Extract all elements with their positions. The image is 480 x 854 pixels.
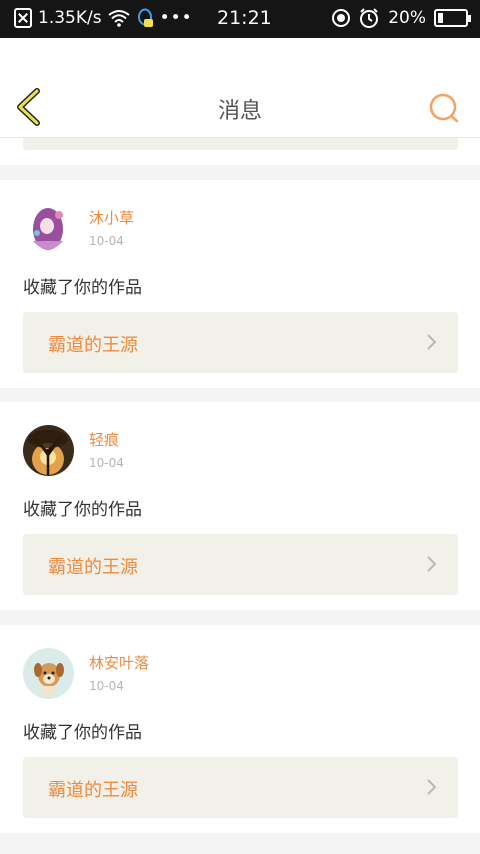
chevron-right-icon [427, 779, 437, 795]
message-action: 收藏了你的作品 [23, 278, 142, 298]
message-card: 轻痕 10-04 收藏了你的作品 霸道的王源 [0, 402, 480, 610]
avatar[interactable] [23, 425, 74, 476]
work-link-partial[interactable] [23, 138, 458, 150]
more-icon: ••• [159, 8, 193, 28]
message-date: 10-04 [89, 234, 124, 248]
work-title: 霸道的王源 [48, 557, 138, 578]
work-title: 霸道的王源 [48, 335, 138, 356]
status-left: 1.35K/s ••• [14, 8, 193, 28]
message-date: 10-04 [89, 679, 124, 693]
work-link[interactable]: 霸道的王源 [23, 312, 458, 373]
avatar[interactable] [23, 203, 74, 254]
message-date: 10-04 [89, 456, 124, 470]
nav-header: 消息 [0, 38, 480, 138]
qq-icon [137, 8, 153, 27]
avatar[interactable] [23, 648, 74, 699]
net-speed: 1.35K/s [38, 8, 102, 28]
wifi-icon [107, 10, 130, 27]
battery-fill [438, 13, 443, 23]
battery-percent: 20% [388, 8, 426, 28]
message-card: 林安叶落 10-04 收藏了你的作品 霸道的王源 [0, 625, 480, 833]
status-right: 20% [332, 7, 471, 29]
location-icon [332, 9, 351, 27]
username[interactable]: 轻痕 [89, 429, 119, 450]
status-bar: 1.35K/s ••• 21:21 20% [0, 0, 480, 38]
work-link[interactable]: 霸道的王源 [23, 534, 458, 595]
clock: 21:21 [217, 7, 272, 29]
message-action: 收藏了你的作品 [23, 500, 142, 520]
work-link[interactable]: 霸道的王源 [23, 757, 458, 818]
username[interactable]: 沐小草 [89, 207, 134, 228]
chevron-right-icon [427, 556, 437, 572]
page-title: 消息 [217, 99, 262, 124]
previous-message-partial [0, 138, 480, 165]
alarm-icon [360, 8, 379, 28]
no-sim-icon [14, 8, 32, 28]
work-title: 霸道的王源 [48, 780, 138, 801]
message-card: 沐小草 10-04 收藏了你的作品 霸道的王源 [0, 180, 480, 388]
battery-icon [434, 9, 471, 27]
message-action: 收藏了你的作品 [23, 723, 142, 743]
username[interactable]: 林安叶落 [89, 652, 149, 673]
chevron-right-icon [427, 334, 437, 350]
search-icon[interactable] [428, 92, 460, 124]
